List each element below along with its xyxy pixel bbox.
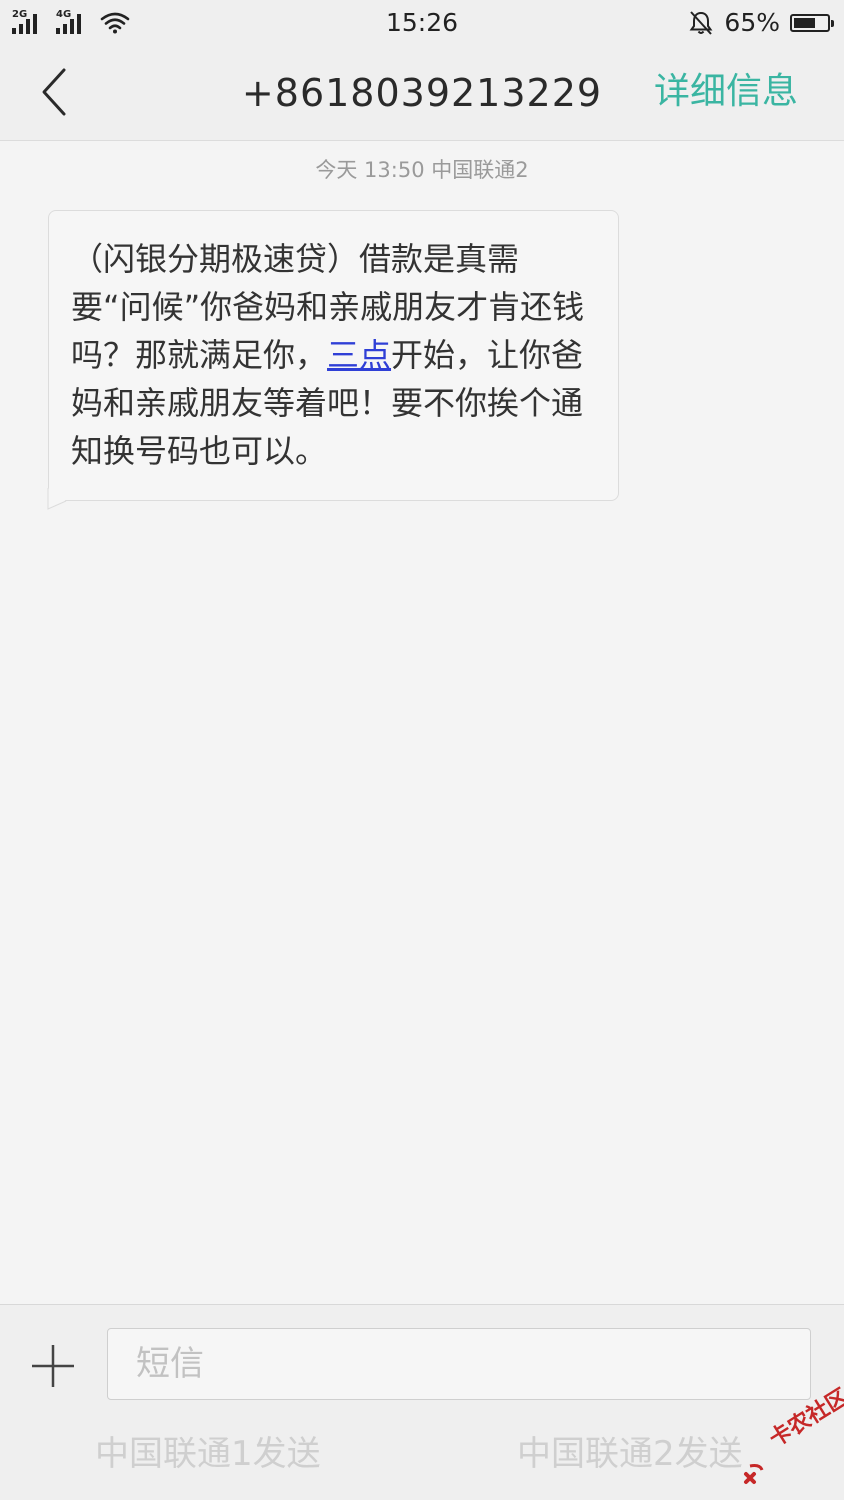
battery-level-fill — [794, 18, 815, 28]
message-input[interactable] — [107, 1328, 811, 1400]
bell-off-icon — [689, 11, 713, 35]
conversation-header: +8618039213229 详细信息 — [0, 46, 844, 141]
message-text: （闪银分期极速贷）借款是真需要“问候”你爸妈和亲戚朋友才肯还钱吗？那就满足你，三… — [71, 235, 598, 475]
time-label: 13:50 — [364, 158, 425, 182]
battery-percent: 65% — [724, 8, 780, 37]
carrier-label: 中国联通2 — [431, 158, 529, 182]
status-right: 65% — [688, 8, 834, 38]
plus-icon — [32, 1345, 74, 1387]
send-sim2-button[interactable]: 中国联通2发送 — [517, 1431, 743, 1477]
battery-icon — [790, 14, 834, 32]
messaging-screen: 2G 4G 15:26 65% +8618039213229 详细信息 今天 1… — [0, 0, 844, 1500]
send-sim1-button[interactable]: 中国联通1发送 — [95, 1431, 321, 1477]
message-bubble[interactable]: （闪银分期极速贷）借款是真需要“问候”你爸妈和亲戚朋友才肯还钱吗？那就满足你，三… — [48, 210, 619, 501]
compose-bar: 中国联通1发送 中国联通2发送 — [0, 1304, 844, 1500]
date-label: 今天 — [315, 158, 358, 182]
details-button[interactable]: 详细信息 — [654, 68, 798, 116]
add-attachment-button[interactable] — [30, 1343, 76, 1389]
status-bar: 2G 4G 15:26 65% — [0, 0, 844, 46]
bubble-tail — [47, 488, 67, 510]
time-link[interactable]: 三点 — [327, 336, 391, 374]
message-timestamp: 今天 13:50 中国联通2 — [0, 156, 844, 184]
